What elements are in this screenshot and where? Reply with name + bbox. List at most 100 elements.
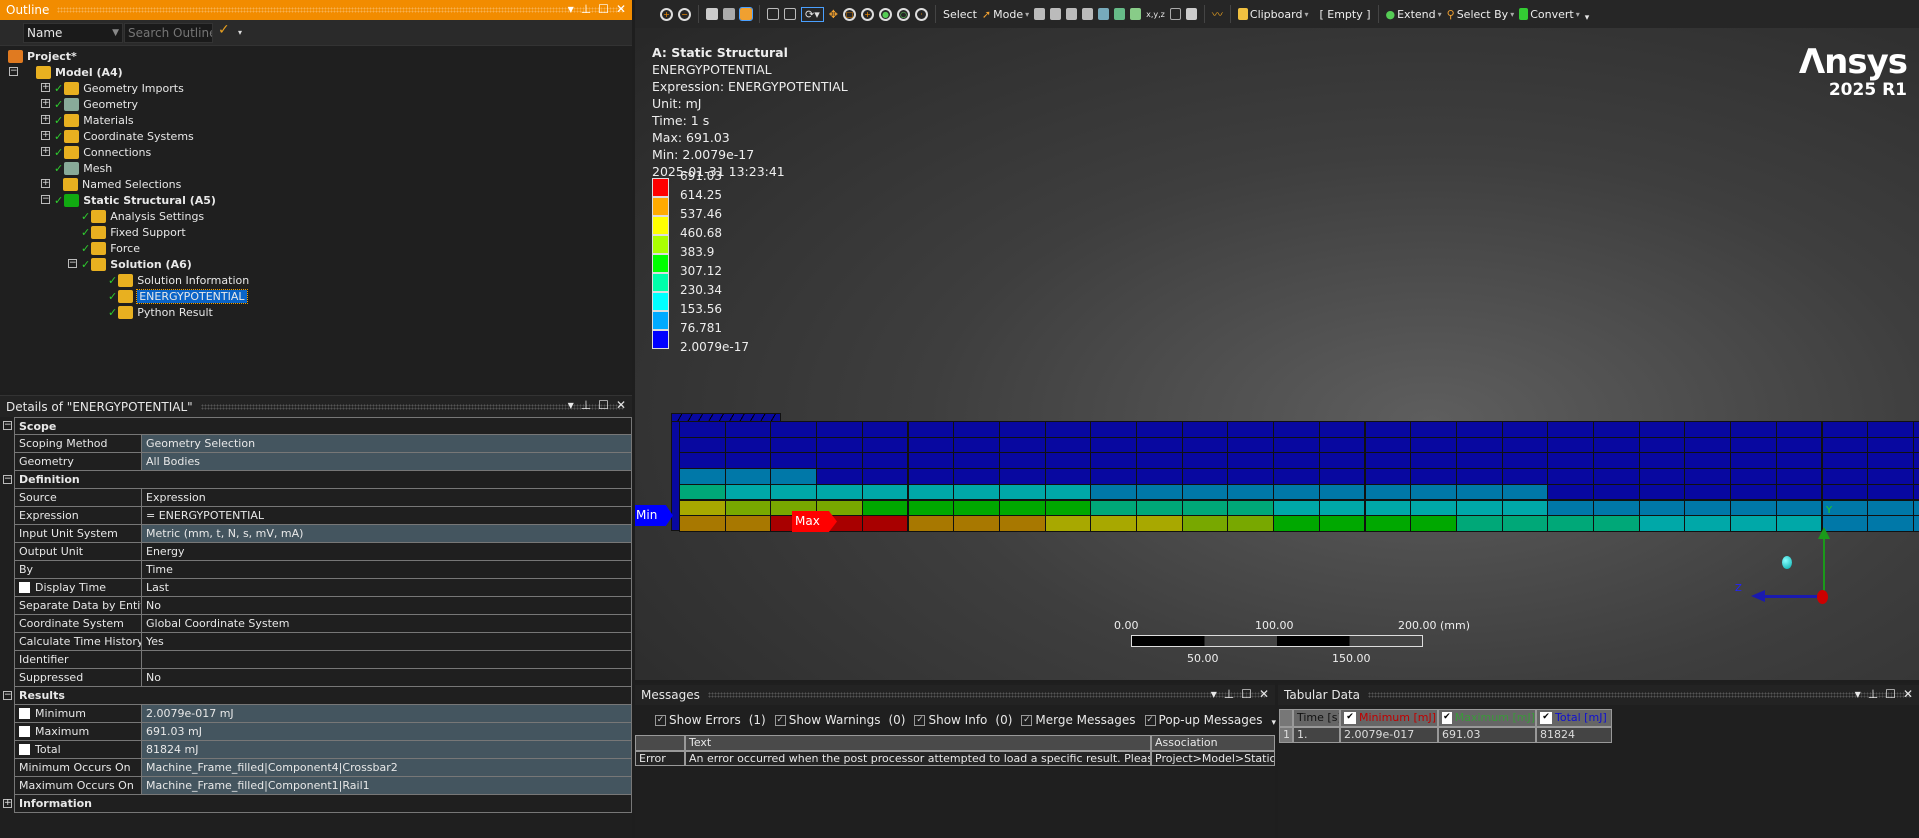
details-row[interactable]: Suppressed No	[14, 669, 632, 687]
collapse-icon[interactable]: −	[9, 67, 18, 76]
message-cell[interactable]: Error	[635, 751, 685, 766]
tree-item[interactable]: ✓ Analysis Settings	[81, 208, 204, 224]
table-cell[interactable]: 1.	[1293, 727, 1340, 743]
next-view-icon[interactable]	[784, 8, 796, 20]
message-filter-checkbox[interactable]: ✓ Pop-up Messages	[1144, 713, 1263, 727]
property-value[interactable]: Time	[142, 561, 631, 578]
property-value[interactable]: Global Coordinate System	[142, 615, 631, 632]
search-outline-input[interactable]	[124, 23, 213, 43]
toolbar-overflow-icon[interactable]: ▾	[1585, 13, 1590, 23]
details-row[interactable]: Maximum Occurs On Machine_Frame_filled|Co…	[14, 777, 632, 795]
details-row[interactable]: Input Unit System Metric (mm, t, N, s, mV…	[14, 525, 632, 543]
rotate-icon[interactable]: ⟳▾	[801, 6, 824, 22]
expand-icon[interactable]: +	[41, 131, 50, 140]
expand-icon[interactable]: +	[41, 179, 50, 188]
previous-view-icon[interactable]	[767, 8, 779, 20]
property-value[interactable]: No	[142, 597, 631, 614]
table-cell[interactable]: 81824	[1536, 727, 1612, 743]
isometric-view-icon[interactable]	[706, 8, 718, 20]
select-element-icon[interactable]	[1130, 8, 1142, 20]
message-filter-checkbox[interactable]: ✓ Merge Messages	[1021, 713, 1136, 727]
message-filter-checkbox[interactable]: ✓ Show Info (0)	[914, 713, 1012, 727]
property-value[interactable]: No	[142, 669, 631, 686]
select-face-icon[interactable]	[1066, 8, 1078, 20]
max-probe-tag[interactable]: Max	[792, 511, 837, 532]
tree-item[interactable]: + ✓ Materials	[41, 112, 134, 128]
column-header[interactable]: Association	[1151, 735, 1275, 751]
parameter-checkbox[interactable]	[19, 582, 30, 593]
min-probe-tag[interactable]: Min	[635, 505, 673, 526]
select-element-face-icon[interactable]	[1114, 8, 1126, 20]
property-value[interactable]: Metric (mm, t, N, s, mV, mA)	[142, 525, 631, 542]
select-button[interactable]: Select	[943, 8, 977, 21]
parameter-checkbox[interactable]	[19, 744, 30, 755]
tree-item[interactable]: ✓ Solution Information	[108, 272, 249, 288]
zoom-selection-icon[interactable]: ●	[878, 7, 892, 21]
property-value[interactable]: Machine_Frame_filled|Component4|Crossbar…	[142, 759, 631, 776]
rotate-view-icon[interactable]	[739, 7, 753, 21]
message-filter-checkbox[interactable]: ✓ Show Warnings (0)	[774, 713, 905, 727]
select-node-icon[interactable]	[1098, 8, 1110, 20]
extend-button[interactable]: ● Extend ▾	[1386, 8, 1442, 21]
tree-item[interactable]: ✓ ENERGYPOTENTIAL	[108, 288, 248, 304]
details-row[interactable]: Scoping Method Geometry Selection	[14, 435, 632, 453]
column-header[interactable]: ✔ Total [mJ]	[1536, 709, 1612, 727]
collapse-icon[interactable]: −	[3, 691, 12, 700]
collapse-icon[interactable]: −	[68, 259, 77, 268]
comment-icon[interactable]	[1185, 8, 1197, 20]
expand-icon[interactable]: +	[41, 99, 50, 108]
table-cell[interactable]: 691.03	[1438, 727, 1536, 743]
graphics-viewport[interactable]: + − ⟳▾ ✥ □ + ● ○ · Select ➚ Mode ▾ x,y,z 〰…	[635, 0, 1919, 680]
message-cell[interactable]: Project>Model>Static S	[1151, 751, 1275, 766]
details-section[interactable]: Scope	[14, 417, 632, 435]
property-value[interactable]	[142, 651, 631, 668]
details-row[interactable]: Geometry All Bodies	[14, 453, 632, 471]
property-value[interactable]: Energy	[142, 543, 631, 560]
pin-icon[interactable]: ⊥	[581, 398, 591, 412]
filter-toggle-icon[interactable]: ✓	[218, 22, 230, 38]
tree-item[interactable]: + ✓ Geometry Imports	[41, 80, 184, 96]
details-row[interactable]: By Time	[14, 561, 632, 579]
details-row[interactable]: Expression = ENERGYPOTENTIAL	[14, 507, 632, 525]
property-value[interactable]: 691.03 mJ	[142, 723, 631, 740]
details-row[interactable]: Minimum 2.0079e-017 mJ	[14, 705, 632, 723]
tree-item[interactable]: ✓ Force	[81, 240, 140, 256]
close-icon[interactable]: ✕	[1903, 687, 1913, 701]
select-edge-icon[interactable]	[1050, 8, 1062, 20]
maximize-icon[interactable]: ☐	[1241, 687, 1252, 701]
maximize-icon[interactable]: ☐	[598, 398, 609, 412]
message-filter-checkbox[interactable]: ✓ Show Errors (1)	[655, 713, 766, 727]
tree-item[interactable]: + ✓ Coordinate Systems	[41, 128, 194, 144]
overflow-icon[interactable]: ▾	[1272, 718, 1277, 728]
tree-item[interactable]: + ✓ Geometry	[41, 96, 138, 112]
expand-icon[interactable]: +	[3, 799, 12, 808]
property-value[interactable]: 81824 mJ	[142, 741, 631, 758]
filter-select[interactable]: Name ▼	[23, 23, 123, 43]
clipboard-button[interactable]: Clipboard ▾	[1237, 8, 1308, 21]
magnifier-icon[interactable]: ○	[896, 7, 910, 21]
details-row[interactable]: Calculate Time History Yes	[14, 633, 632, 651]
column-header[interactable]: Time [s]	[1293, 709, 1340, 727]
zoom-in-icon[interactable]: +	[660, 7, 673, 21]
close-icon[interactable]: ✕	[1259, 687, 1269, 701]
dropdown-icon[interactable]: ▾	[568, 2, 574, 16]
mode-button[interactable]: ➚ Mode ▾	[982, 8, 1029, 21]
expand-icon[interactable]: +	[41, 147, 50, 156]
select-vertex-icon[interactable]	[1034, 8, 1046, 20]
tree-item[interactable]: − Model (A4)	[9, 64, 123, 80]
select-by-button[interactable]: ⚲ Select By ▾	[1447, 8, 1515, 21]
tree-item[interactable]: − ✓ Solution (A6)	[68, 256, 192, 272]
overflow-icon[interactable]: ▾	[238, 28, 242, 37]
maximize-icon[interactable]: ☐	[598, 2, 609, 16]
tree-item[interactable]: ✓ Mesh	[54, 160, 112, 176]
collapse-icon[interactable]: −	[3, 475, 12, 484]
column-header[interactable]: Text	[685, 735, 1151, 751]
zoom-box-icon[interactable]: □	[842, 7, 856, 21]
close-icon[interactable]: ✕	[616, 2, 626, 16]
details-section[interactable]: Information	[14, 795, 632, 813]
coordinate-readout-icon[interactable]: x,y,z	[1146, 10, 1165, 19]
tree-item[interactable]: ✓ Python Result	[108, 304, 213, 320]
property-value[interactable]: Expression	[142, 489, 631, 506]
property-value[interactable]: Last	[142, 579, 631, 596]
details-row[interactable]: Coordinate System Global Coordinate Syste…	[14, 615, 632, 633]
